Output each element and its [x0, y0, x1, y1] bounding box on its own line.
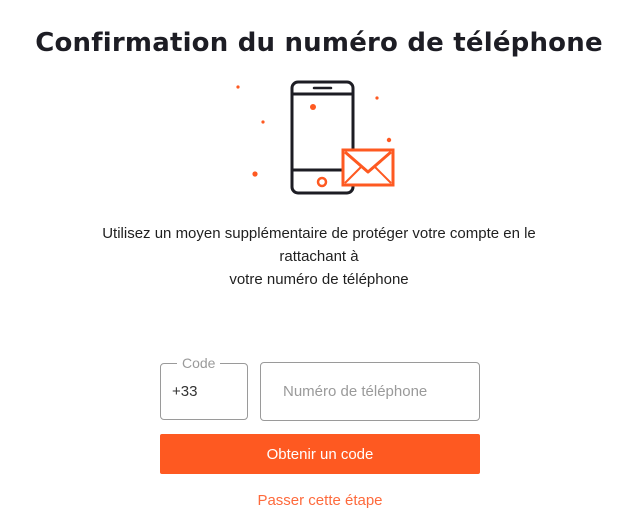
decor-dot — [375, 96, 379, 100]
country-code-value: +33 — [172, 383, 198, 400]
description-line: Utilisez un moyen supplémentaire de prot… — [102, 225, 536, 242]
country-code-field[interactable]: Code +33 — [160, 355, 248, 420]
description-line: rattachant à — [279, 248, 359, 265]
skip-step-link[interactable]: Passer cette étape — [160, 491, 480, 511]
get-code-button[interactable]: Obtenir un code — [160, 434, 480, 474]
phone-number-input[interactable] — [260, 362, 480, 421]
decor-dot — [386, 137, 392, 143]
description-line: votre numéro de téléphone — [229, 271, 409, 288]
decor-dot — [236, 85, 240, 89]
envelope-icon — [341, 148, 395, 187]
decor-dot — [252, 171, 258, 177]
phone-confirmation-illustration — [236, 80, 395, 195]
page-description: Utilisez un moyen supplémentaire de prot… — [30, 222, 608, 291]
country-code-label: Code — [177, 355, 221, 371]
decor-dot — [261, 120, 265, 124]
